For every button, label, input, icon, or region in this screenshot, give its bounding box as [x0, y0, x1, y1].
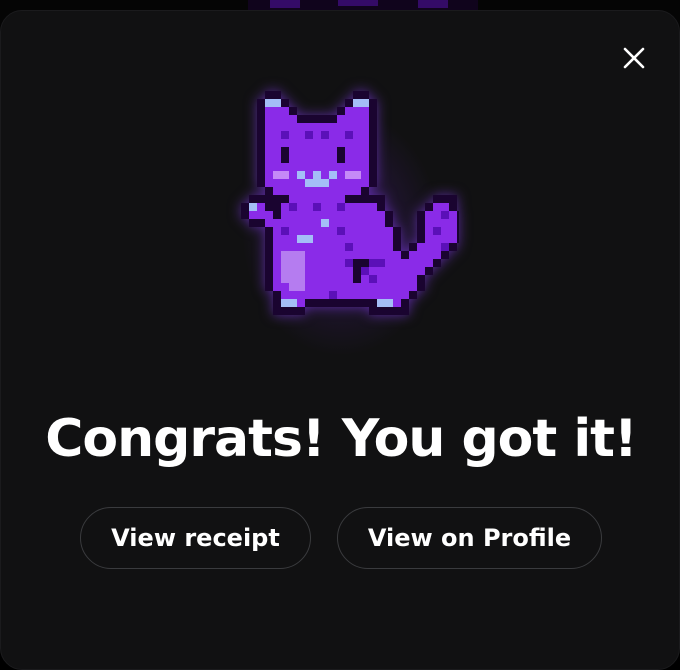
modal-actions: View receipt View on Profile [1, 507, 680, 571]
nft-artwork [223, 77, 459, 377]
purchase-success-modal: Congrats! You got it! View receipt View … [0, 10, 680, 670]
success-headline: Congrats! You got it! [45, 409, 638, 469]
pixel-cat-nft-icon [241, 91, 459, 315]
background-artwork-peek [248, 0, 478, 10]
view-receipt-button[interactable]: View receipt [80, 507, 311, 569]
close-icon [623, 47, 645, 69]
close-button[interactable] [617, 41, 651, 75]
view-on-profile-button[interactable]: View on Profile [337, 507, 602, 569]
